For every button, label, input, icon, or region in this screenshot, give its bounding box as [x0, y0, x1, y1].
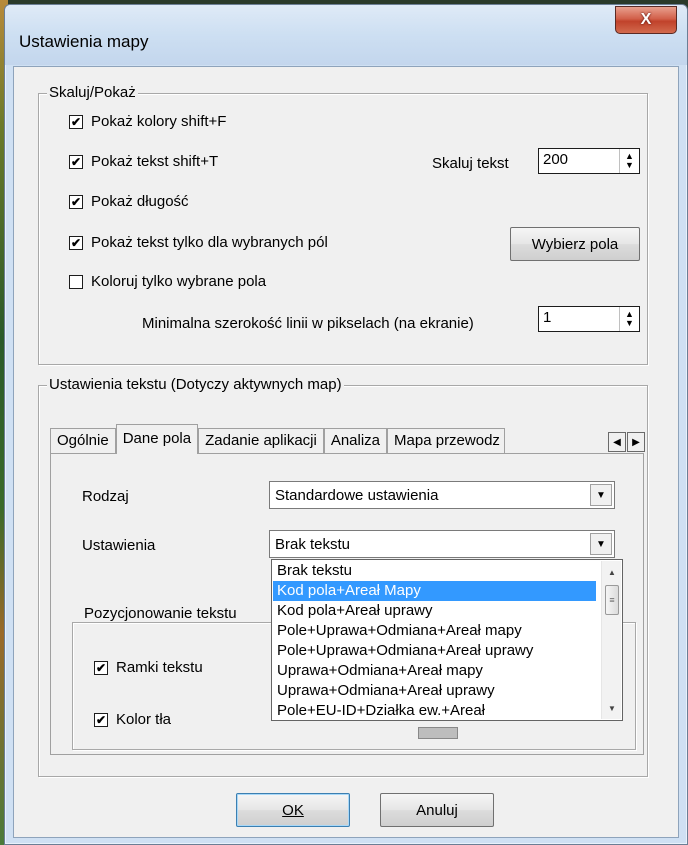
tab-ogolnie[interactable]: Ogólnie [50, 428, 116, 454]
show-text-checkbox[interactable]: ✔ [69, 154, 83, 169]
show-length-row[interactable]: ✔ Pokaż długość [69, 193, 189, 210]
frames-label: Ramki tekstu [116, 659, 203, 676]
bg-color-row[interactable]: ✔ Kolor tła [94, 711, 171, 728]
ok-label: OK [282, 801, 304, 819]
min-line-width-value[interactable]: 1 [539, 307, 619, 331]
scale-show-legend: Skaluj/Pokaż [47, 84, 138, 101]
title-bar: Ustawienia mapy X [5, 5, 687, 65]
rodzaj-value: Standardowe ustawienia [275, 486, 439, 504]
color-selected-label: Koloruj tylko wybrane pola [91, 273, 267, 290]
ustawienia-dropdown-list[interactable]: Brak tekstu Kod pola+Areał Mapy Kod pola… [271, 559, 623, 721]
color-selected-checkbox[interactable] [69, 274, 83, 289]
scroll-up-icon[interactable]: ▲ [602, 563, 622, 581]
show-length-checkbox[interactable]: ✔ [69, 194, 83, 209]
bg-color-checkbox[interactable]: ✔ [94, 712, 108, 727]
show-colors-row[interactable]: ✔ Pokaż kolory shift+F [69, 113, 226, 130]
dropdown-option[interactable]: Pole+Uprawa+Odmiana+Areał mapy [273, 621, 596, 641]
bg-color-label: Kolor tła [116, 711, 172, 728]
tab-zadanie-aplikacji[interactable]: Zadanie aplikacji [198, 428, 324, 454]
scale-text-value[interactable]: 200 [539, 149, 619, 173]
dropdown-option[interactable]: Uprawa+Odmiana+Areał mapy [273, 661, 596, 681]
dialog-body: Skaluj/Pokaż ✔ Pokaż kolory shift+F ✔ Po… [13, 66, 679, 838]
tab-scroll-right-icon[interactable]: ▶ [627, 432, 645, 452]
show-text-selected-label: Pokaż tekst tylko dla wybranych pól [91, 234, 328, 251]
color-selected-row[interactable]: Koloruj tylko wybrane pola [69, 273, 266, 290]
tab-strip: Ogólnie Dane pola Zadanie aplikacji Anal… [50, 424, 506, 454]
tab-mapa-przewodz[interactable]: Mapa przewodz [387, 428, 506, 454]
scroll-down-icon[interactable]: ▼ [602, 699, 622, 717]
rodzaj-combo[interactable]: Standardowe ustawienia ▼ [269, 481, 615, 509]
rodzaj-label: Rodzaj [82, 488, 129, 505]
scale-text-label: Skaluj tekst [432, 155, 509, 172]
dropdown-option[interactable]: Kod pola+Areał uprawy [273, 601, 596, 621]
color-swatch[interactable] [418, 727, 458, 739]
show-length-label: Pokaż długość [91, 193, 189, 210]
close-icon: X [640, 11, 652, 28]
tab-dane-pola[interactable]: Dane pola [115, 424, 199, 454]
dropdown-option[interactable]: Pole+EU-ID+Działka ew.+Areał [273, 701, 596, 721]
show-text-selected-row[interactable]: ✔ Pokaż tekst tylko dla wybranych pól [69, 234, 328, 251]
tab-analiza[interactable]: Analiza [323, 428, 388, 454]
show-colors-checkbox[interactable]: ✔ [69, 114, 83, 129]
ustawienia-combo[interactable]: Brak tekstu ▼ [269, 530, 615, 558]
frames-row[interactable]: ✔ Ramki tekstu [94, 659, 203, 676]
spinner-arrows-icon[interactable]: ▲ ▼ [619, 307, 639, 331]
spinner-arrows-icon[interactable]: ▲ ▼ [619, 149, 639, 173]
show-colors-label: Pokaż kolory shift+F [91, 113, 227, 130]
scale-text-spinner[interactable]: 200 ▲ ▼ [538, 148, 640, 174]
dropdown-option-selected[interactable]: Kod pola+Areał Mapy [273, 581, 596, 601]
dropdown-scrollbar[interactable]: ▲ ≡ ▼ [601, 561, 621, 719]
settings-dialog: Ustawienia mapy X Skaluj/Pokaż ✔ Pokaż k… [4, 4, 688, 845]
scroll-thumb[interactable]: ≡ [605, 585, 619, 615]
dropdown-option[interactable]: Pole+Uprawa+Odmiana+Areał uprawy [273, 641, 596, 661]
cancel-label: Anuluj [416, 801, 458, 819]
frames-checkbox[interactable]: ✔ [94, 660, 108, 675]
ustawienia-label: Ustawienia [82, 537, 156, 554]
dialog-title: Ustawienia mapy [19, 32, 149, 51]
select-fields-button[interactable]: Wybierz pola [510, 227, 640, 261]
show-text-row[interactable]: ✔ Pokaż tekst shift+T [69, 153, 218, 170]
positioning-label: Pozycjonowanie tekstu [82, 605, 239, 622]
min-line-width-label: Minimalna szerokość linii w pikselach (n… [142, 315, 474, 332]
cancel-button[interactable]: Anuluj [380, 793, 494, 827]
show-text-label: Pokaż tekst shift+T [91, 153, 219, 170]
chevron-down-icon[interactable]: ▼ [590, 484, 612, 506]
dropdown-option[interactable]: Uprawa+Odmiana+Areał uprawy [273, 681, 596, 701]
chevron-down-icon[interactable]: ▼ [590, 533, 612, 555]
dropdown-option[interactable]: Brak tekstu [273, 561, 596, 581]
ustawienia-value: Brak tekstu [275, 535, 351, 553]
select-fields-label: Wybierz pola [531, 235, 619, 253]
text-settings-legend: Ustawienia tekstu (Dotyczy aktywnych map… [47, 376, 344, 393]
ok-button[interactable]: OK [236, 793, 350, 827]
show-text-selected-checkbox[interactable]: ✔ [69, 235, 83, 250]
tab-scroll-left-icon[interactable]: ◀ [608, 432, 626, 452]
min-line-width-spinner[interactable]: 1 ▲ ▼ [538, 306, 640, 332]
close-button[interactable]: X [615, 6, 677, 34]
